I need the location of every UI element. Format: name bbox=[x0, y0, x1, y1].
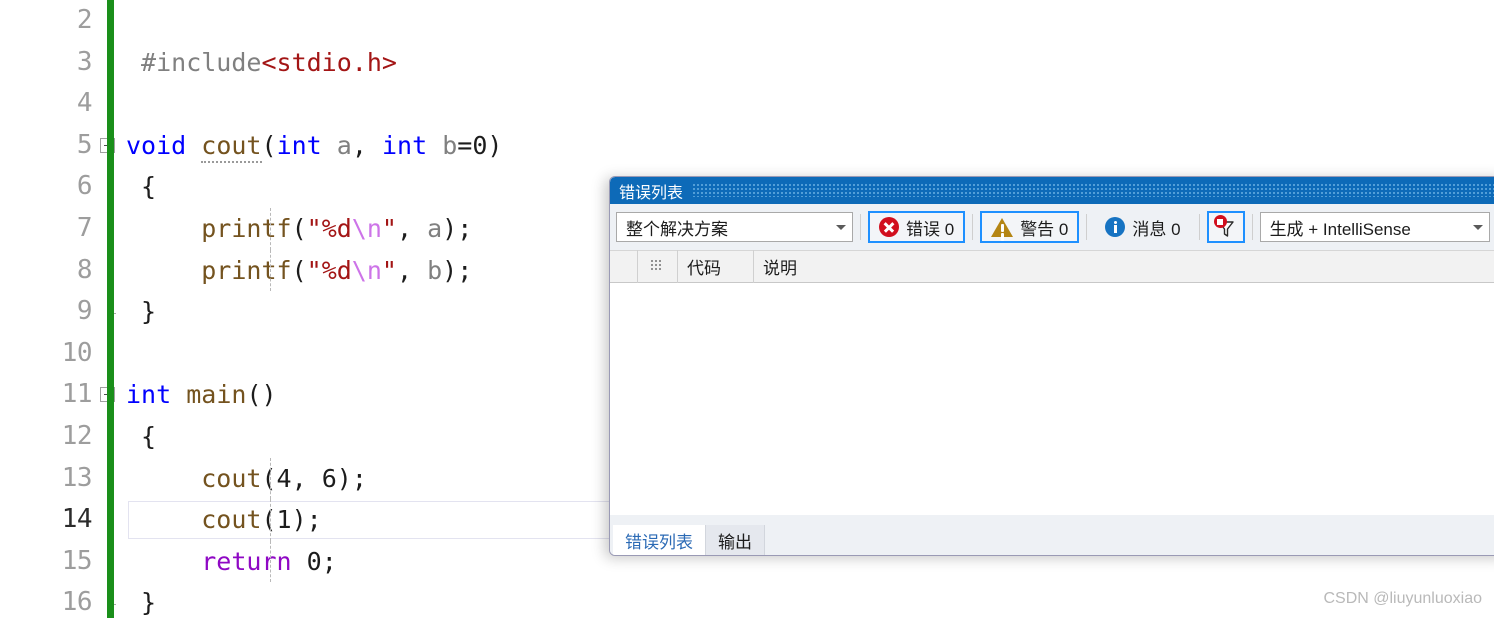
filter-toggle-button[interactable] bbox=[1206, 211, 1245, 243]
line-number: 10 bbox=[61, 337, 93, 368]
panel-drag-grip[interactable] bbox=[693, 184, 1494, 197]
indent-guide bbox=[270, 540, 271, 583]
panel-tab-strip[interactable]: 错误列表 输出 bbox=[610, 521, 1494, 555]
line-number: 3 bbox=[76, 46, 93, 77]
code-line-text[interactable] bbox=[122, 83, 1494, 125]
tab-output[interactable]: 输出 bbox=[706, 525, 765, 555]
column-header-blank[interactable] bbox=[610, 250, 638, 283]
error-list-toolbar[interactable]: 整个解决方案 错误 0 警告 0 消息 0 生成 + IntelliSense bbox=[610, 204, 1494, 250]
column-header-description[interactable]: 说明 bbox=[754, 250, 1494, 283]
toolbar-separator bbox=[1086, 214, 1088, 240]
scope-dropdown-value: 整个解决方案 bbox=[626, 219, 728, 239]
error-list-panel[interactable]: 错误列表 整个解决方案 错误 0 警告 0 消息 0 生成 + IntelliS… bbox=[609, 176, 1494, 556]
toolbar-separator bbox=[972, 214, 974, 240]
indent-guide bbox=[270, 207, 271, 250]
grid-columns-icon bbox=[651, 260, 664, 273]
error-list-rows[interactable] bbox=[610, 283, 1494, 515]
line-number: 13 bbox=[61, 462, 93, 493]
indent-guide bbox=[270, 249, 271, 292]
code-line[interactable]: 3 #include<stdio.h> bbox=[0, 42, 1494, 84]
toolbar-separator bbox=[1198, 214, 1200, 240]
errors-toggle-button[interactable]: 错误 0 bbox=[868, 211, 966, 243]
tab-output-label: 输出 bbox=[718, 532, 752, 552]
line-number: 12 bbox=[61, 420, 93, 451]
chevron-down-icon bbox=[836, 224, 846, 230]
tab-error-list-label: 错误列表 bbox=[625, 532, 693, 552]
column-header-severity-icon[interactable] bbox=[638, 250, 678, 283]
code-line-text[interactable]: } bbox=[122, 582, 1494, 618]
code-line[interactable]: 16 } bbox=[0, 582, 1494, 618]
line-number: 2 bbox=[76, 5, 93, 35]
code-line-text[interactable]: #include<stdio.h> bbox=[122, 42, 1494, 84]
line-number: 16 bbox=[61, 587, 93, 618]
filter-active-badge bbox=[1213, 215, 1227, 228]
warnings-toggle-label: 警告 0 bbox=[1020, 219, 1069, 239]
line-number: 14 bbox=[61, 504, 93, 535]
panel-title-label: 错误列表 bbox=[619, 184, 684, 202]
error-icon bbox=[879, 217, 899, 237]
code-line[interactable]: 5 void cout(int a, int b=0) bbox=[0, 125, 1494, 167]
line-number: 8 bbox=[76, 254, 93, 285]
line-number: 4 bbox=[76, 88, 93, 119]
indent-guide bbox=[270, 457, 271, 500]
warnings-toggle-button[interactable]: 警告 0 bbox=[980, 211, 1080, 243]
code-line-text[interactable]: void cout(int a, int b=0) bbox=[122, 125, 1494, 167]
code-line[interactable]: 4 bbox=[0, 83, 1494, 125]
messages-toggle-button[interactable]: 消息 0 bbox=[1094, 211, 1191, 243]
errors-toggle-label: 错误 0 bbox=[906, 219, 955, 239]
chevron-down-icon bbox=[1472, 224, 1483, 230]
toolbar-separator bbox=[1251, 214, 1253, 240]
error-list-title-bar[interactable]: 错误列表 bbox=[610, 177, 1494, 204]
build-source-value: 生成 + IntelliSense bbox=[1269, 219, 1411, 239]
code-line[interactable]: 2 bbox=[0, 0, 1494, 42]
line-number: 15 bbox=[61, 545, 93, 576]
line-number: 7 bbox=[76, 212, 93, 243]
toolbar-separator bbox=[860, 214, 861, 240]
build-source-dropdown[interactable]: 生成 + IntelliSense bbox=[1259, 212, 1490, 242]
scope-dropdown[interactable]: 整个解决方案 bbox=[616, 212, 853, 242]
filter-icon bbox=[1213, 215, 1238, 239]
line-number: 5 bbox=[76, 129, 93, 160]
info-icon bbox=[1105, 217, 1126, 237]
line-number: 9 bbox=[76, 296, 93, 327]
tab-error-list[interactable]: 错误列表 bbox=[613, 525, 706, 555]
column-header-code[interactable]: 代码 bbox=[678, 250, 754, 283]
column-header-code-label: 代码 bbox=[687, 259, 721, 278]
column-header-description-label: 说明 bbox=[763, 259, 797, 278]
messages-toggle-label: 消息 0 bbox=[1132, 219, 1181, 239]
vs-editor-window: 2 3 #include<stdio.h> 4 5 void cout(int … bbox=[0, 0, 1494, 618]
changed-lines-indicator bbox=[107, 0, 114, 618]
indent-guide bbox=[270, 499, 271, 541]
line-number: 6 bbox=[76, 171, 93, 202]
watermark: CSDN @liuyunluoxiao bbox=[1323, 590, 1482, 607]
warning-icon bbox=[991, 217, 1014, 237]
code-line-text[interactable] bbox=[122, 0, 1494, 42]
error-list-column-headers[interactable]: 代码 说明 bbox=[610, 250, 1494, 283]
line-number: 11 bbox=[61, 379, 93, 410]
